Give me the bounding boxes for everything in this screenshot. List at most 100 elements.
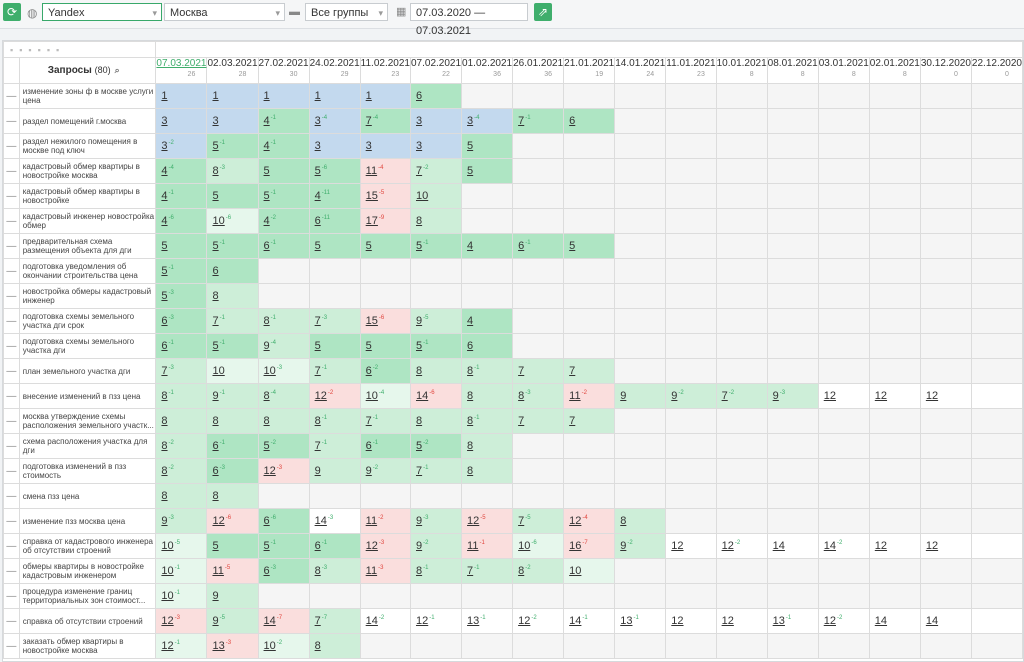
position-cell[interactable]: 6-6: [257, 508, 310, 534]
position-cell[interactable]: 6-1: [512, 233, 565, 259]
position-cell[interactable]: 10-4: [359, 383, 411, 409]
position-cell[interactable]: 12-5: [461, 508, 514, 534]
row-collapse-icon[interactable]: —: [3, 333, 20, 359]
position-cell[interactable]: 5-2: [409, 433, 463, 459]
position-cell[interactable]: 12: [665, 533, 717, 559]
date-column-header[interactable]: 07.03.2021 26: [155, 57, 208, 84]
row-collapse-icon[interactable]: —: [3, 358, 20, 384]
position-cell[interactable]: 11-1: [461, 533, 514, 559]
position-cell[interactable]: 12-3: [155, 608, 208, 634]
position-cell[interactable]: 5: [461, 133, 514, 159]
date-column-header[interactable]: 30.12.2020 0: [919, 57, 972, 84]
position-cell[interactable]: 5-1: [257, 533, 310, 559]
position-cell[interactable]: 12-4: [563, 508, 616, 534]
position-cell[interactable]: 7-7: [308, 608, 361, 634]
position-cell[interactable]: 12: [817, 383, 870, 409]
position-cell[interactable]: 6-3: [206, 458, 259, 484]
position-cell[interactable]: 6-3: [155, 308, 208, 334]
position-cell[interactable]: 11-4: [359, 158, 411, 184]
row-collapse-icon[interactable]: —: [3, 433, 20, 459]
position-cell[interactable]: 12-6: [206, 508, 259, 534]
position-cell[interactable]: 15-5: [359, 183, 411, 209]
position-cell[interactable]: 10: [409, 183, 463, 209]
position-cell[interactable]: 10-3: [257, 358, 310, 384]
position-cell[interactable]: 13-3: [206, 633, 259, 659]
position-cell[interactable]: 1: [155, 83, 208, 109]
position-cell[interactable]: 13-1: [461, 608, 514, 634]
position-cell[interactable]: 1: [359, 83, 411, 109]
position-cell[interactable]: 9-3: [766, 383, 819, 409]
position-cell[interactable]: 12-2: [715, 533, 768, 559]
position-cell[interactable]: 8-1: [308, 408, 361, 434]
position-cell[interactable]: 8: [409, 358, 463, 384]
grid-icon[interactable]: ▪: [38, 45, 41, 55]
row-collapse-icon[interactable]: —: [3, 533, 20, 559]
position-cell[interactable]: 8: [155, 483, 208, 509]
position-cell[interactable]: 8-2: [155, 433, 208, 459]
position-cell[interactable]: 8: [206, 283, 259, 309]
position-cell[interactable]: 5: [563, 233, 616, 259]
position-cell[interactable]: 3: [155, 108, 208, 134]
position-cell[interactable]: 14-2: [817, 533, 870, 559]
position-cell[interactable]: 8-3: [206, 158, 259, 184]
position-cell[interactable]: 7-2: [715, 383, 768, 409]
position-cell[interactable]: 8: [461, 458, 514, 484]
position-cell[interactable]: 8: [461, 433, 514, 459]
position-cell[interactable]: 9-2: [665, 383, 717, 409]
date-column-header[interactable]: 14.01.2021 24: [614, 57, 667, 84]
position-cell[interactable]: 8-3: [308, 558, 361, 584]
row-collapse-icon[interactable]: —: [3, 133, 20, 159]
position-cell[interactable]: 5: [461, 158, 514, 184]
position-cell[interactable]: 8-1: [155, 383, 208, 409]
row-collapse-icon[interactable]: —: [3, 558, 20, 584]
row-collapse-icon[interactable]: —: [3, 383, 20, 409]
position-cell[interactable]: 6: [206, 258, 259, 284]
position-cell[interactable]: 10-1: [155, 583, 208, 609]
copy-icon[interactable]: ▪: [56, 45, 59, 55]
position-cell[interactable]: 5: [359, 333, 411, 359]
position-cell[interactable]: 15-6: [359, 308, 411, 334]
position-cell[interactable]: 6-11: [308, 208, 361, 234]
position-cell[interactable]: 5-1: [206, 333, 259, 359]
position-cell[interactable]: 5: [257, 158, 310, 184]
position-cell[interactable]: 9-3: [155, 508, 208, 534]
position-cell[interactable]: 7-2: [409, 158, 463, 184]
position-cell[interactable]: 12-3: [257, 458, 310, 484]
position-cell[interactable]: 9-1: [206, 383, 259, 409]
position-cell[interactable]: 5-1: [409, 233, 463, 259]
search-engine-select[interactable]: Yandex ▾: [42, 3, 162, 21]
position-cell[interactable]: 3-4: [308, 108, 361, 134]
position-cell[interactable]: 7: [563, 408, 616, 434]
position-cell[interactable]: 7-1: [308, 433, 361, 459]
position-cell[interactable]: 8: [206, 483, 259, 509]
search-icon[interactable]: ⌕: [115, 65, 120, 75]
date-column-header[interactable]: 10.01.2021 8: [715, 57, 768, 84]
date-column-header[interactable]: 11.02.2021 23: [359, 57, 411, 84]
date-column-header[interactable]: 27.02.2021 30: [257, 57, 310, 84]
position-cell[interactable]: 7-1: [308, 358, 361, 384]
position-cell[interactable]: 14: [919, 608, 972, 634]
position-cell[interactable]: 8: [461, 383, 514, 409]
position-cell[interactable]: 13-1: [614, 608, 667, 634]
position-cell[interactable]: 6-1: [257, 233, 310, 259]
position-cell[interactable]: 3: [308, 133, 361, 159]
position-cell[interactable]: 9: [308, 458, 361, 484]
row-collapse-icon[interactable]: —: [3, 483, 20, 509]
position-cell[interactable]: 8-1: [409, 558, 463, 584]
position-cell[interactable]: 12-1: [155, 633, 208, 659]
position-cell[interactable]: 8-2: [512, 558, 565, 584]
position-cell[interactable]: 10-6: [512, 533, 565, 559]
position-cell[interactable]: 3: [206, 108, 259, 134]
position-cell[interactable]: 6: [461, 333, 514, 359]
row-collapse-icon[interactable]: —: [3, 633, 20, 659]
position-cell[interactable]: 12: [665, 608, 717, 634]
position-cell[interactable]: 17-9: [359, 208, 411, 234]
position-cell[interactable]: 8: [206, 408, 259, 434]
row-collapse-icon[interactable]: —: [3, 583, 20, 609]
position-cell[interactable]: 10-5: [155, 533, 208, 559]
position-cell[interactable]: 7: [512, 408, 565, 434]
position-cell[interactable]: 3: [359, 133, 411, 159]
position-cell[interactable]: 1: [308, 83, 361, 109]
position-cell[interactable]: 6-1: [359, 433, 411, 459]
position-cell[interactable]: 5: [206, 183, 259, 209]
